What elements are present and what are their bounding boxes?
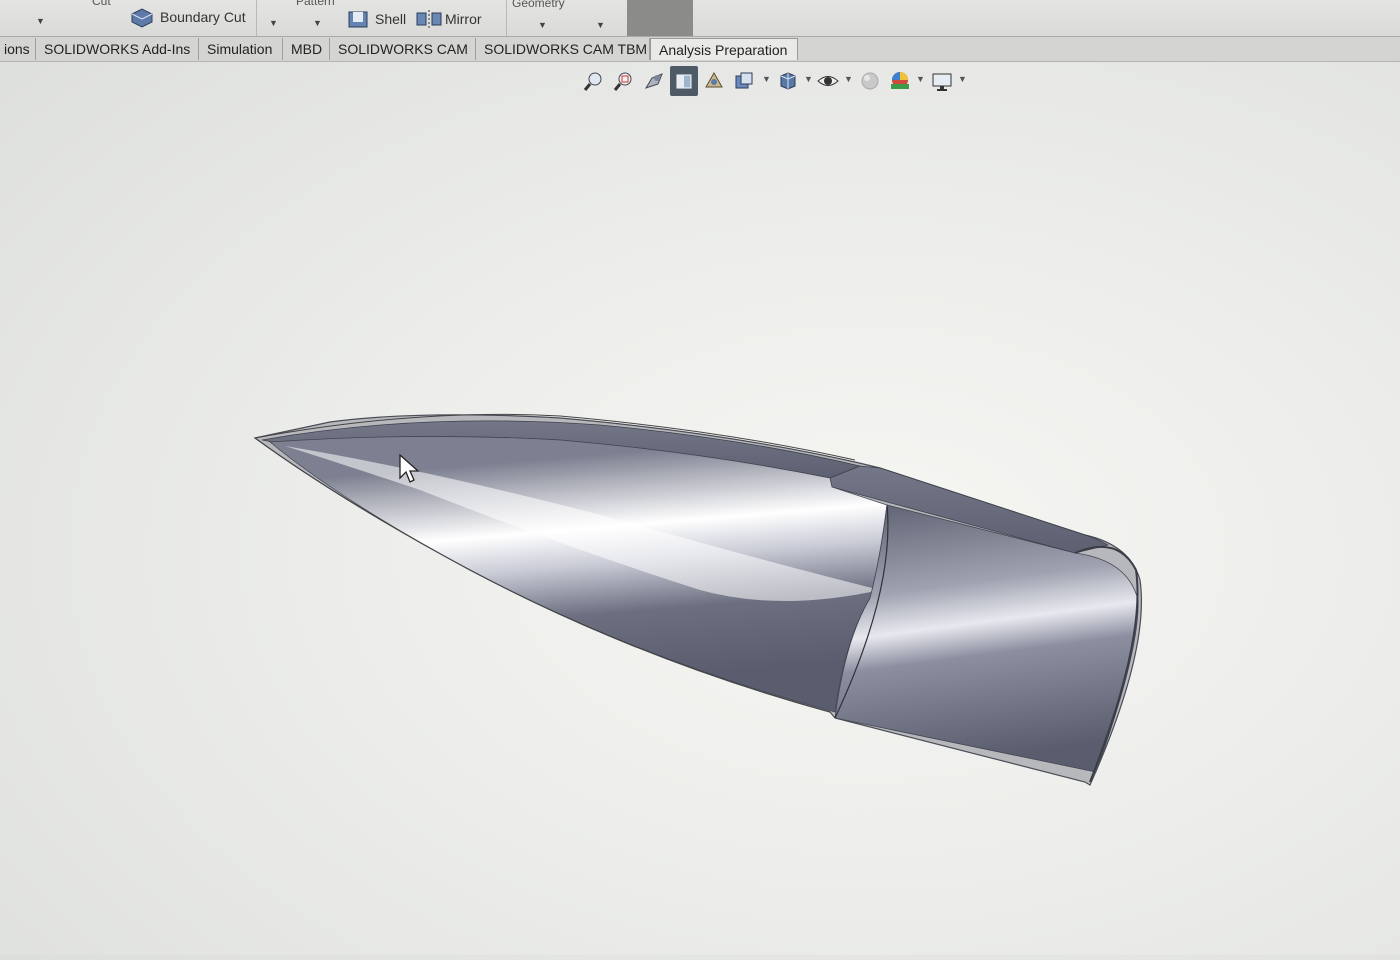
nose-cone-section-model[interactable] bbox=[0, 62, 1400, 955]
mirror-icon bbox=[416, 9, 442, 34]
pattern-label: Pattern bbox=[296, 0, 335, 8]
tab-solidworks-add-ins[interactable]: SOLIDWORKS Add-Ins bbox=[36, 38, 199, 60]
tab-solidworks-cam-tbm[interactable]: SOLIDWORKS CAM TBM bbox=[476, 38, 650, 60]
ribbon-collapsed-panel bbox=[627, 0, 693, 36]
wizard-dropdown-caret[interactable]: ▼ bbox=[36, 16, 45, 26]
boundary-cut-button[interactable]: Boundary Cut bbox=[160, 9, 246, 25]
tab-analysis-preparation[interactable]: Analysis Preparation bbox=[650, 38, 798, 60]
cut-label: Cut bbox=[92, 0, 111, 8]
pattern-dropdown-caret-2[interactable]: ▼ bbox=[313, 18, 322, 28]
tab-solidworks-cam[interactable]: SOLIDWORKS CAM bbox=[330, 38, 476, 60]
tab-mbd[interactable]: MBD bbox=[283, 38, 330, 60]
boundary-cut-icon bbox=[130, 6, 154, 33]
mouse-pointer-icon bbox=[399, 454, 420, 483]
geometry-dropdown-caret-2[interactable]: ▼ bbox=[596, 20, 605, 30]
shell-icon bbox=[346, 8, 370, 35]
pattern-dropdown-caret[interactable]: ▼ bbox=[269, 18, 278, 28]
shell-button[interactable]: Shell bbox=[375, 11, 406, 27]
command-manager-tabs: ions SOLIDWORKS Add-Ins Simulation MBD S… bbox=[0, 36, 1400, 62]
reference-geometry-label[interactable]: Geometry bbox=[512, 0, 565, 10]
tab-extensions[interactable]: ions bbox=[0, 38, 36, 60]
tab-simulation[interactable]: Simulation bbox=[199, 38, 283, 60]
mirror-button[interactable]: Mirror bbox=[445, 11, 482, 27]
ribbon-divider bbox=[256, 0, 257, 36]
geometry-dropdown-caret[interactable]: ▼ bbox=[538, 20, 547, 30]
command-manager-ribbon: Cut ▼ Boundary Cut ▼ Pattern ▼ Shell Mir… bbox=[0, 0, 1400, 38]
ribbon-divider bbox=[506, 0, 507, 36]
graphics-area[interactable] bbox=[0, 62, 1400, 955]
